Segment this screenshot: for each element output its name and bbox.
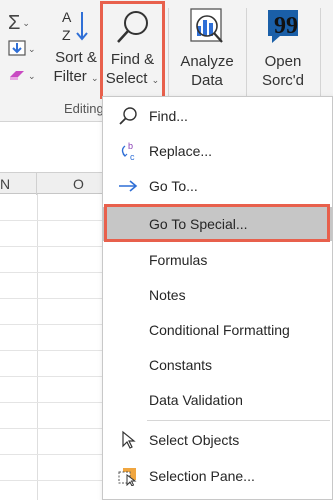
sort-filter-label-2: Filter: [53, 68, 87, 85]
sort-filter-label-1: Sort &: [55, 49, 97, 66]
menu-item-notes[interactable]: Notes: [103, 278, 332, 312]
chevron-down-icon: ⌄: [90, 73, 99, 83]
find-select-button[interactable]: Find & Select ⌄: [100, 1, 165, 99]
svg-text:c: c: [130, 152, 135, 162]
analyze-data-icon: [176, 6, 238, 52]
fill-down-icon: [8, 40, 26, 59]
autosum-button[interactable]: Σ ⌄: [8, 12, 30, 35]
column-header-n[interactable]: N: [0, 173, 37, 195]
svg-text:Z: Z: [62, 27, 71, 43]
menu-separator: [147, 204, 330, 205]
chevron-down-icon: ⌄: [22, 18, 30, 28]
svg-text:b: b: [128, 141, 133, 151]
sigma-icon: Σ: [8, 12, 21, 34]
replace-icon: b c: [117, 140, 139, 162]
menu-item-go-to[interactable]: Go To...: [103, 169, 332, 203]
menu-item-label: Notes: [149, 287, 186, 303]
menu-item-label: Replace...: [149, 143, 213, 159]
chevron-down-icon: ⌄: [28, 44, 36, 54]
find-select-label-2: Select: [105, 70, 148, 87]
open-sorcd-label-2: Sorc'd: [261, 72, 305, 89]
chevron-down-icon: ⌄: [151, 75, 160, 85]
menu-item-go-to-special[interactable]: Go To Special...: [103, 207, 332, 241]
menu-item-label: Find...: [149, 108, 188, 124]
menu-item-label: Constants: [149, 357, 213, 373]
quote-bubble-icon: 99: [254, 6, 312, 52]
clear-button[interactable]: ⌄: [8, 68, 36, 85]
fill-button[interactable]: ⌄: [8, 40, 36, 59]
menu-item-label: Conditional Formatting: [149, 322, 290, 338]
svg-text:A: A: [62, 9, 72, 25]
menu-item-label: Data Validation: [149, 392, 243, 408]
menu-item-label: Select Objects: [149, 432, 240, 448]
menu-item-replace[interactable]: b c Replace...: [103, 134, 332, 168]
selection-pane-icon: [117, 465, 139, 487]
menu-item-label: Go To...: [149, 178, 198, 194]
find-select-menu: Find... b c Replace... Go To... Go To Sp…: [102, 96, 333, 500]
magnifier-icon: [103, 4, 162, 50]
eraser-icon: [8, 68, 26, 85]
menu-item-label: Selection Pane...: [149, 468, 255, 484]
menu-item-conditional-formatting[interactable]: Conditional Formatting: [103, 313, 332, 347]
menu-item-data-validation[interactable]: Data Validation: [103, 383, 332, 417]
open-sorcd-label-1: Open: [264, 53, 302, 70]
sort-az-icon: A Z: [52, 6, 100, 48]
menu-item-find[interactable]: Find...: [103, 99, 332, 133]
menu-separator: [147, 420, 330, 421]
editing-group-label: Editing: [64, 101, 104, 116]
menu-item-constants[interactable]: Constants: [103, 348, 332, 382]
open-sorcd-button[interactable]: 99 Open Sorc'd: [254, 6, 312, 90]
analyze-data-label-2: Data: [191, 72, 223, 89]
menu-item-selection-pane[interactable]: Selection Pane...: [103, 459, 332, 493]
chevron-down-icon: ⌄: [28, 71, 36, 81]
svg-text:99: 99: [274, 13, 298, 39]
menu-item-select-objects[interactable]: Select Objects: [103, 423, 332, 457]
analyze-data-label-1: Analyze: [180, 53, 234, 70]
menu-item-label: Formulas: [149, 252, 208, 268]
arrow-right-icon: [117, 175, 139, 197]
search-icon: [117, 105, 139, 127]
find-select-label-1: Find &: [110, 51, 155, 68]
analyze-data-button[interactable]: Analyze Data: [176, 6, 238, 90]
cursor-arrow-icon: [117, 429, 139, 451]
menu-item-label: Go To Special...: [149, 216, 248, 232]
sort-filter-button[interactable]: A Z Sort & Filter ⌄: [52, 6, 100, 88]
menu-item-formulas[interactable]: Formulas: [103, 243, 332, 277]
